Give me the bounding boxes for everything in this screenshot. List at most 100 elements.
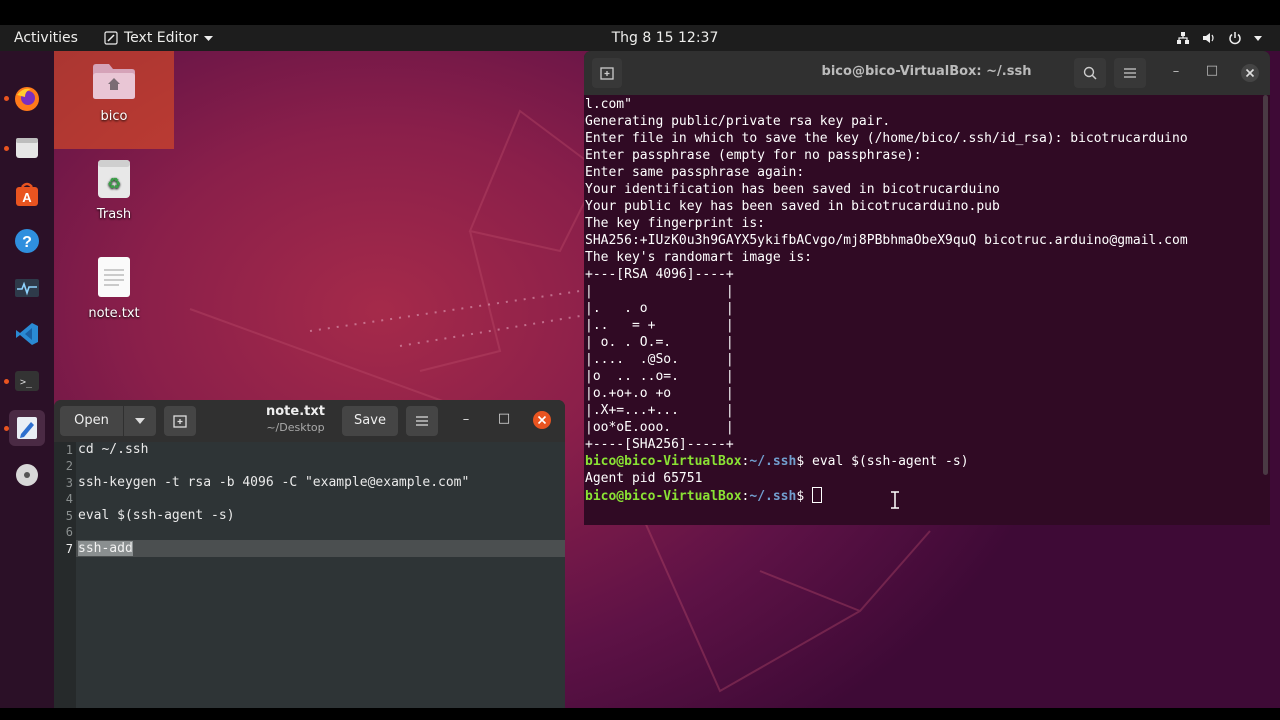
menu-button[interactable]	[406, 406, 438, 436]
text-editor-icon	[104, 31, 118, 45]
prompt-path: ~/.ssh	[749, 454, 797, 469]
terminal-title: bico@bico-VirtualBox: ~/.ssh	[821, 64, 1032, 79]
terminal-line: +---[RSA 4096]----+	[585, 267, 734, 282]
line-number: 4	[65, 492, 73, 506]
open-button[interactable]: Open	[60, 406, 123, 436]
terminal-line: |.... .@So. |	[585, 352, 734, 367]
prompt-user: bico@bico-VirtualBox	[585, 454, 742, 469]
terminal-line: |. . o |	[585, 301, 734, 316]
line-number: 6	[65, 525, 73, 539]
terminal-line: |oo*oE.ooo. |	[585, 420, 734, 435]
hamburger-icon	[416, 416, 428, 426]
terminal-line: | o. . O.=. |	[585, 335, 734, 350]
code-line: cd ~/.ssh	[78, 442, 149, 457]
editor-subtitle: ~/Desktop	[266, 421, 325, 434]
text-file-icon	[98, 257, 130, 297]
svg-text:♻: ♻	[107, 174, 121, 193]
software-icon[interactable]: A	[9, 177, 45, 213]
terminal-line: SHA256:+IUzK0u3h9GAYX5ykifbACvgo/mj8PBbh…	[585, 233, 1188, 248]
trash-icon: ♻	[98, 160, 130, 198]
desktop-screen: A ? >_ bico ♻ Trash note.txt Open note.t…	[0, 25, 1280, 708]
text-editor-window: Open note.txt ~/Desktop Save – □ 1 2 3 4…	[54, 400, 565, 708]
home-folder-icon	[93, 64, 135, 99]
prompt-path: ~/.ssh	[749, 489, 797, 504]
desktop-icon-trash[interactable]: ♻ Trash	[54, 157, 174, 222]
desktop-icon-label: Trash	[96, 207, 132, 222]
terminal-line: +----[SHA256]-----+	[585, 437, 734, 452]
top-panel: Activities Text Editor Thg 8 15 12:37	[0, 25, 1280, 51]
terminal-line: Agent pid 65751	[585, 471, 703, 486]
help-icon[interactable]: ?	[9, 223, 45, 259]
code-line: eval $(ssh-agent -s)	[78, 508, 235, 523]
svg-text:?: ?	[22, 234, 32, 251]
vscode-icon[interactable]	[9, 316, 45, 352]
editor-text-area[interactable]: 1 2 3 4 5 6 7 cd ~/.ssh ssh-keygen -t rs…	[54, 442, 565, 708]
new-tab-button[interactable]	[164, 406, 196, 436]
system-tray[interactable]	[1176, 25, 1262, 51]
editor-title: note.txt	[266, 404, 325, 419]
terminal-command: eval $(ssh-agent -s)	[812, 454, 969, 469]
clock[interactable]: Thg 8 15 12:37	[600, 25, 730, 51]
terminal-line: Generating public/private rsa key pair.	[585, 114, 891, 129]
terminal-scrollbar[interactable]	[1263, 95, 1268, 475]
terminal-line: |o .. ..o=. |	[585, 369, 734, 384]
hamburger-icon	[1124, 68, 1136, 78]
terminal-line: Enter file in which to save the key (/ho…	[585, 131, 1188, 146]
line-number: 7	[65, 542, 73, 556]
system-monitor-icon[interactable]	[9, 270, 45, 306]
prompt-user: bico@bico-VirtualBox	[585, 489, 742, 504]
disc-icon[interactable]	[9, 457, 45, 493]
desktop-icon-label: note.txt	[88, 306, 140, 321]
terminal-headerbar: bico@bico-VirtualBox: ~/.ssh – □	[584, 51, 1270, 95]
network-icon	[1177, 32, 1189, 44]
terminal-line: |o.+o+.o +o |	[585, 386, 734, 401]
volume-icon	[1203, 33, 1214, 43]
new-tab-icon	[600, 67, 614, 80]
desktop-icon-home[interactable]: bico	[54, 51, 174, 149]
terminal-line: Enter same passphrase again:	[585, 165, 805, 180]
files-icon[interactable]	[9, 130, 45, 166]
open-dropdown-button[interactable]	[124, 406, 156, 436]
firefox-icon[interactable]	[9, 81, 45, 117]
line-number: 2	[65, 459, 73, 473]
activities-button[interactable]: Activities	[14, 25, 78, 51]
terminal-window: bico@bico-VirtualBox: ~/.ssh – □ l.com" …	[584, 51, 1270, 525]
terminal-close-button[interactable]	[1240, 63, 1260, 83]
editor-headerbar: Open note.txt ~/Desktop Save – □	[54, 400, 565, 443]
terminal-line: The key fingerprint is:	[585, 216, 766, 231]
terminal-icon[interactable]: >_	[9, 363, 45, 399]
prompt-dollar: $	[796, 454, 812, 469]
close-icon[interactable]	[532, 410, 552, 430]
svg-text:A: A	[22, 190, 32, 205]
letterbox-top	[0, 0, 1280, 25]
app-menu-label: Text Editor	[124, 30, 199, 46]
terminal-minimize-button[interactable]: –	[1166, 64, 1186, 79]
prompt-dollar: $	[796, 489, 812, 504]
new-tab-icon	[173, 415, 187, 428]
dock: A ? >_	[0, 51, 54, 708]
text-cursor	[812, 487, 822, 503]
line-number: 3	[65, 476, 73, 490]
terminal-new-tab-button[interactable]	[592, 58, 622, 88]
terminal-prompt-line: bico@bico-VirtualBox:~/.ssh$	[585, 487, 822, 505]
terminal-output[interactable]: l.com" Generating public/private rsa key…	[584, 95, 1270, 525]
letterbox-bottom	[0, 708, 1280, 720]
terminal-prompt-line: bico@bico-VirtualBox:~/.ssh$ eval $(ssh-…	[585, 453, 969, 470]
terminal-search-button[interactable]	[1074, 58, 1106, 88]
svg-text:>_: >_	[20, 377, 33, 388]
terminal-menu-button[interactable]	[1114, 58, 1146, 88]
save-button[interactable]: Save	[342, 406, 398, 436]
selected-code-line: ssh-add	[78, 541, 133, 556]
maximize-button[interactable]: □	[494, 411, 514, 426]
terminal-line: Your identification has been saved in bi…	[585, 182, 1000, 197]
code-line: ssh-keygen -t rsa -b 4096 -C "example@ex…	[78, 475, 470, 490]
line-number: 5	[65, 509, 73, 523]
desktop-icon-note[interactable]: note.txt	[54, 256, 174, 321]
chevron-down-icon	[135, 418, 145, 424]
terminal-line: | |	[585, 284, 734, 299]
text-editor-icon[interactable]	[9, 410, 45, 446]
current-line-highlight	[76, 540, 565, 557]
minimize-button[interactable]: –	[456, 412, 476, 427]
app-menu[interactable]: Text Editor	[104, 25, 214, 51]
terminal-maximize-button[interactable]: □	[1202, 63, 1222, 78]
